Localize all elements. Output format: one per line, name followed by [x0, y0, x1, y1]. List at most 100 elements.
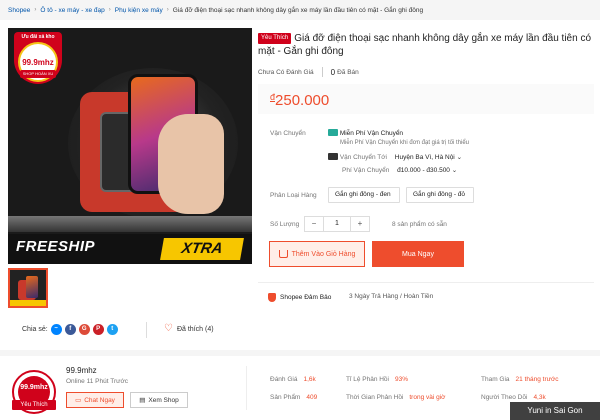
like-label: Đã thích (4)	[176, 325, 214, 333]
quantity-decrease-button[interactable]: −	[305, 217, 323, 231]
chevron-down-icon: ⌄	[456, 154, 463, 161]
stat-label: Đánh Giá	[270, 376, 298, 383]
shop-stat-response-rate: Tỉ Lệ Phản Hồi 93%	[346, 376, 408, 383]
variant-option-red[interactable]: Gắn ghi đông - đỏ	[406, 187, 474, 203]
buy-now-button[interactable]: Mua Ngay	[372, 241, 464, 267]
breadcrumb-item[interactable]: Shopee	[8, 7, 30, 14]
free-shipping-sub: Miễn Phí Vận Chuyển khi đơn đạt giá trị …	[340, 140, 470, 146]
chevron-down-icon: ⌄	[451, 167, 458, 174]
stat-value: trong vài giờ	[409, 394, 446, 401]
chevron-right-icon: ›	[108, 7, 111, 13]
shop-online-status: Online 11 Phút Trước	[66, 378, 128, 385]
variant-label: Phân Loại Hàng	[270, 192, 317, 199]
free-shipping-truck-icon	[328, 129, 338, 136]
guarantee-divider	[258, 282, 594, 283]
promo-badge-top-text: Ưu đãi xả kho	[21, 34, 55, 40]
ship-to-label: Vận Chuyển Tới	[339, 154, 387, 161]
quantity-increase-button[interactable]: +	[351, 217, 369, 231]
hand-graphic	[158, 114, 224, 214]
product-title: Yêu Thích Giá đỡ điện thoại sạc nhanh khô…	[258, 32, 594, 58]
freeship-text: FREESHIP	[16, 238, 96, 255]
shop-divider	[246, 366, 247, 410]
rating-text[interactable]: Chưa Có Đánh Giá	[258, 69, 314, 76]
chevron-right-icon: ›	[166, 7, 169, 13]
share-row: Chia sẻ: ~ f G P t	[22, 324, 118, 335]
shipping-fee-label: Phí Vận Chuyển	[342, 167, 390, 174]
stat-label: Tỉ Lệ Phản Hồi	[346, 376, 389, 383]
favorite-tag: Yêu Thích	[258, 33, 292, 44]
product-main-image[interactable]: Ưu đãi xả kho 99.9mhz SHOP HOÀN XU FREES…	[8, 28, 252, 264]
chat-now-label: Chat Ngay	[84, 396, 115, 404]
stat-value: 1,6k	[303, 376, 316, 383]
thumb-strip-graphic	[10, 300, 46, 306]
heart-icon: ♡	[164, 323, 173, 334]
chat-now-button[interactable]: ▭ Chat Ngay	[66, 392, 124, 408]
breadcrumb: Shopee › Ô tô - xe máy - xe đạp › Phụ ki…	[8, 4, 423, 16]
shipping-fee-value: đ10.000 - đ30.500	[397, 167, 450, 174]
twitter-icon[interactable]: t	[106, 324, 118, 335]
shop-favorite-tag: Yêu Thích	[12, 400, 56, 410]
stat-value: 409	[306, 394, 318, 401]
sold-count: 0	[330, 67, 336, 77]
shop-name[interactable]: 99.9mhz	[66, 366, 97, 375]
promo-badge-main-text: 99.9mhz	[22, 58, 54, 67]
shop-stat-joined: Tham Gia 21 tháng trước	[481, 376, 559, 383]
product-title-text: Giá đỡ điện thoại sạc nhanh không dây gắ…	[258, 33, 592, 57]
guarantee-label: Shopee Đảm Bảo	[280, 294, 332, 301]
shipping-fee[interactable]: Phí Vận Chuyển đ10.000 - đ30.500 ⌄	[342, 166, 457, 174]
share-label: Chia sẻ:	[22, 326, 48, 333]
quantity-input[interactable]: 1	[323, 217, 351, 231]
shop-avatar-text: 99.9mhz	[20, 384, 48, 391]
xtra-label: XTRA	[160, 238, 244, 260]
stock-text: 8 sản phẩm có sẵn	[392, 221, 447, 228]
breadcrumb-item[interactable]: Ô tô - xe máy - xe đạp	[40, 7, 104, 14]
sold-label: Đã Bán	[337, 68, 359, 76]
shield-icon	[268, 293, 276, 302]
cart-icon	[278, 250, 288, 258]
shopee-guarantee[interactable]: Shopee Đảm Bảo	[268, 293, 331, 302]
variant-option-black[interactable]: Gắn ghi đông - đen	[328, 187, 400, 203]
breadcrumb-item[interactable]: Phụ kiện xe máy	[115, 7, 163, 14]
facebook-icon[interactable]: f	[64, 324, 76, 335]
stat-value: 21 tháng trước	[515, 376, 559, 383]
add-to-cart-button[interactable]: Thêm Vào Giỏ Hàng	[269, 241, 365, 267]
ship-to-value: Huyện Ba Vì, Hà Nội	[394, 154, 455, 161]
price-value: 250.000	[275, 92, 330, 109]
rating-row: Chưa Có Đánh Giá 0 Đã Bán	[258, 67, 359, 77]
stat-label: Sản Phẩm	[270, 394, 301, 401]
shop-stat-response-time: Thời Gian Phản Hồi trong vài giờ	[346, 394, 445, 401]
add-to-cart-label: Thêm Vào Giỏ Hàng	[291, 250, 356, 258]
stat-label: Tham Gia	[481, 376, 510, 383]
chat-icon: ▭	[75, 397, 82, 404]
shop-stat-ratings: Đánh Giá 1,6k	[270, 376, 316, 383]
free-shipping: Miễn Phí Vận Chuyển	[328, 129, 403, 137]
ship-to[interactable]: Vận Chuyển Tới Huyện Ba Vì, Hà Nội ⌄	[328, 153, 462, 161]
promo-badge-sub-text: SHOP HOÀN XU	[20, 70, 56, 78]
share-divider	[146, 322, 147, 338]
stat-value: 93%	[395, 376, 409, 383]
chevron-right-icon: ›	[34, 7, 37, 13]
messenger-icon[interactable]: ~	[50, 324, 62, 335]
shop-icon: ▤	[139, 397, 146, 404]
quantity-stepper: − 1 +	[304, 216, 370, 232]
thumb-phone-graphic	[26, 276, 38, 298]
free-shipping-text: Miễn Phí Vận Chuyển	[339, 130, 404, 137]
shipping-label: Vận Chuyển	[270, 130, 306, 137]
view-shop-label: Xem Shop	[148, 396, 179, 404]
stat-value: 4,3k	[533, 394, 546, 401]
view-shop-button[interactable]: ▤ Xem Shop	[130, 392, 188, 408]
price: đ250.000	[270, 92, 329, 109]
product-thumbnail[interactable]	[8, 268, 48, 308]
quantity-label: Số Lượng	[270, 221, 300, 228]
shop-stat-products: Sản Phẩm 409	[270, 394, 317, 401]
like-button[interactable]: ♡ Đã thích (4)	[164, 324, 214, 334]
return-policy: 3 Ngày Trả Hàng / Hoàn Tiền	[349, 293, 434, 300]
handlebar-graphic	[8, 216, 252, 232]
stat-label: Thời Gian Phản Hồi	[346, 394, 404, 401]
stat-label: Người Theo Dõi	[481, 394, 528, 401]
shop-stat-followers: Người Theo Dõi 4,3k	[481, 394, 546, 401]
watermark: Yuni in Sai Gon	[510, 402, 600, 420]
truck-icon	[328, 153, 338, 160]
pinterest-icon[interactable]: P	[92, 324, 104, 335]
google-plus-icon[interactable]: G	[78, 324, 90, 335]
